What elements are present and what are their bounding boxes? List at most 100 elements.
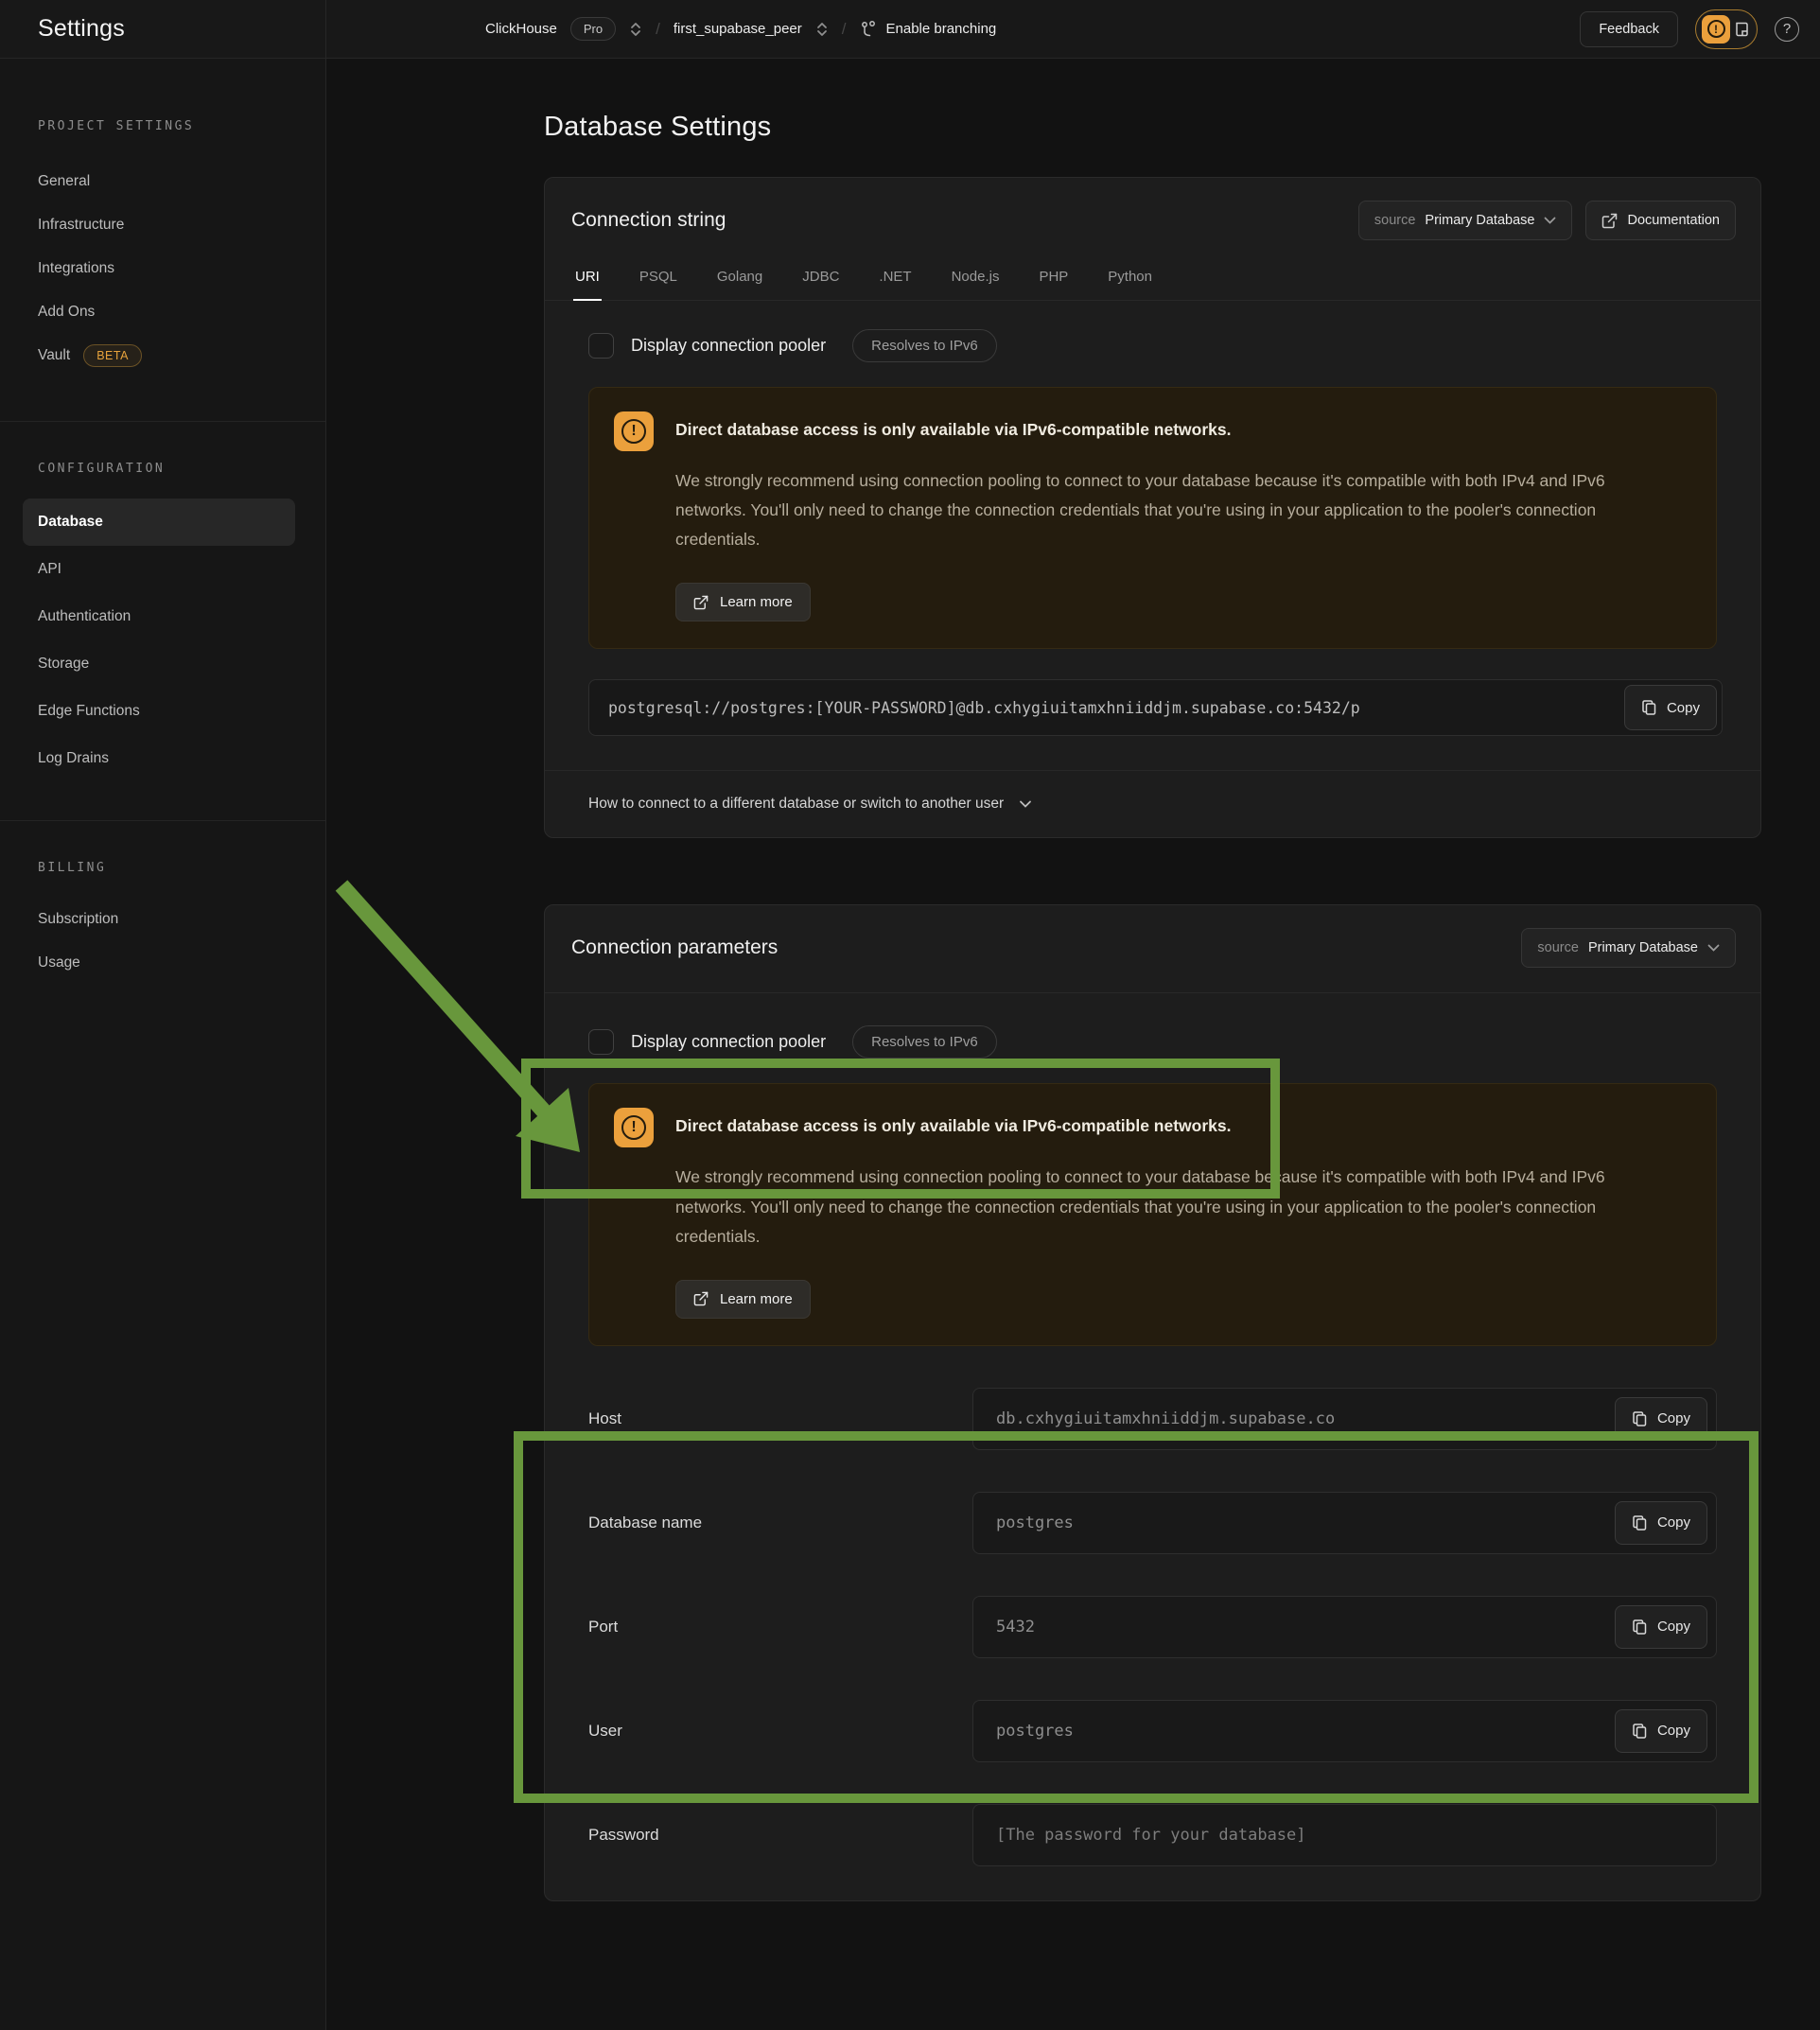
- documentation-label: Documentation: [1627, 213, 1720, 228]
- ipv6-warning: ! Direct database access is only availab…: [588, 1083, 1717, 1345]
- tab-nodejs[interactable]: Node.js: [950, 259, 1002, 301]
- help-icon[interactable]: ?: [1775, 17, 1799, 42]
- configuration-heading: CONFIGURATION: [38, 462, 308, 476]
- sidebar-item-api[interactable]: API: [0, 546, 308, 593]
- database-name-input[interactable]: postgres Copy: [972, 1492, 1717, 1554]
- copy-icon: [1632, 1619, 1648, 1636]
- copy-database-button[interactable]: Copy: [1615, 1501, 1707, 1545]
- connection-string-title: Connection string: [571, 209, 726, 232]
- port-input[interactable]: 5432 Copy: [972, 1596, 1717, 1658]
- sidebar-item-usage[interactable]: Usage: [0, 941, 308, 985]
- learn-more-button[interactable]: Learn more: [675, 1280, 811, 1319]
- password-row: Password [The password for your database…: [588, 1804, 1717, 1866]
- display-pooler-checkbox[interactable]: [588, 333, 614, 359]
- host-value: db.cxhygiuitamxhniiddjm.supabase.co: [996, 1409, 1335, 1428]
- source-select[interactable]: source Primary Database: [1358, 201, 1573, 240]
- feedback-button[interactable]: Feedback: [1580, 11, 1678, 47]
- connect-help-label: How to connect to a different database o…: [588, 796, 1004, 813]
- sidebar-item-vault[interactable]: Vault BETA: [0, 334, 308, 377]
- plan-badge: Pro: [570, 17, 616, 41]
- sidebar-item-edge-functions[interactable]: Edge Functions: [0, 688, 308, 735]
- tab-python[interactable]: Python: [1106, 259, 1154, 301]
- page-title: Database Settings: [544, 112, 1820, 143]
- display-pooler-checkbox[interactable]: [588, 1029, 614, 1055]
- copy-icon: [1641, 699, 1657, 716]
- sidebar-item-vault-label: Vault: [38, 347, 70, 364]
- connection-string-card: Connection string source Primary Databas…: [544, 177, 1761, 838]
- database-name-row: Database name postgres Copy: [588, 1492, 1717, 1554]
- source-label: source: [1374, 213, 1416, 228]
- project-settings-heading: PROJECT SETTINGS: [38, 119, 308, 133]
- topbar-actions: Feedback ! ?: [1580, 9, 1820, 49]
- user-input[interactable]: postgres Copy: [972, 1700, 1717, 1762]
- connect-help-expander[interactable]: How to connect to a different database o…: [545, 770, 1760, 837]
- project-settings-section: PROJECT SETTINGS General Infrastructure …: [0, 59, 325, 377]
- settings-sidebar: PROJECT SETTINGS General Infrastructure …: [0, 59, 326, 2030]
- copy-uri-button[interactable]: Copy: [1624, 685, 1717, 730]
- connection-string-header: Connection string source Primary Databas…: [545, 178, 1760, 259]
- display-pooler-label: Display connection pooler: [631, 336, 826, 356]
- warning-icon: !: [614, 411, 654, 451]
- tab-php[interactable]: PHP: [1037, 259, 1070, 301]
- database-name-label: Database name: [588, 1514, 972, 1532]
- billing-heading: BILLING: [38, 861, 308, 875]
- sidebar-item-authentication[interactable]: Authentication: [0, 593, 308, 640]
- learn-more-label: Learn more: [720, 594, 793, 610]
- connection-string-tabs: URI PSQL Golang JDBC .NET Node.js PHP Py…: [545, 259, 1760, 301]
- sidebar-item-add-ons[interactable]: Add Ons: [0, 290, 308, 334]
- breadcrumb-separator: /: [842, 20, 847, 39]
- external-link-icon: [693, 1291, 709, 1306]
- sidebar-item-general[interactable]: General: [0, 160, 308, 203]
- sidebar-item-integrations[interactable]: Integrations: [0, 247, 308, 290]
- copy-label: Copy: [1657, 1514, 1690, 1531]
- connection-parameters-title: Connection parameters: [571, 936, 778, 959]
- display-pooler-label: Display connection pooler: [631, 1032, 826, 1052]
- top-bar: Settings ClickHouse Pro / first_supabase…: [0, 0, 1820, 59]
- git-branch-icon: [860, 20, 877, 39]
- warning-body: We strongly recommend using connection p…: [675, 466, 1631, 554]
- database-name-value: postgres: [996, 1514, 1074, 1532]
- copy-icon: [1632, 1410, 1648, 1427]
- ipv6-badge: Resolves to IPv6: [852, 329, 997, 362]
- chevron-down-icon: [1707, 944, 1720, 953]
- password-input[interactable]: [The password for your database]: [972, 1804, 1717, 1866]
- tab-uri[interactable]: URI: [573, 259, 602, 301]
- beta-badge: BETA: [83, 344, 142, 367]
- port-label: Port: [588, 1618, 972, 1636]
- warning-body: We strongly recommend using connection p…: [675, 1163, 1631, 1251]
- source-select[interactable]: source Primary Database: [1521, 928, 1736, 968]
- user-value: postgres: [996, 1722, 1074, 1741]
- copy-icon: [1632, 1723, 1648, 1740]
- host-input[interactable]: db.cxhygiuitamxhniiddjm.supabase.co Copy: [972, 1388, 1717, 1450]
- tab-golang[interactable]: Golang: [715, 259, 764, 301]
- org-selector-icon[interactable]: [629, 22, 642, 37]
- copy-user-button[interactable]: Copy: [1615, 1709, 1707, 1753]
- configuration-section: CONFIGURATION Database API Authenticatio…: [0, 422, 325, 782]
- tab-psql[interactable]: PSQL: [638, 259, 679, 301]
- tab-jdbc[interactable]: JDBC: [800, 259, 841, 301]
- copy-host-button[interactable]: Copy: [1615, 1397, 1707, 1441]
- settings-header: Settings: [0, 0, 326, 58]
- copy-port-button[interactable]: Copy: [1615, 1605, 1707, 1649]
- app-title: Settings: [38, 15, 125, 43]
- tab-dotnet[interactable]: .NET: [877, 259, 913, 301]
- connection-parameters-card: Connection parameters source Primary Dat…: [544, 904, 1761, 1900]
- documentation-button[interactable]: Documentation: [1585, 201, 1736, 240]
- learn-more-label: Learn more: [720, 1291, 793, 1307]
- sidebar-item-infrastructure[interactable]: Infrastructure: [0, 203, 308, 247]
- pooler-toggle-row: Display connection pooler Resolves to IP…: [588, 329, 1717, 362]
- enable-branching-button[interactable]: Enable branching: [860, 20, 997, 39]
- breadcrumb-org[interactable]: ClickHouse: [485, 21, 557, 37]
- learn-more-button[interactable]: Learn more: [675, 583, 811, 621]
- sidebar-item-log-drains[interactable]: Log Drains: [0, 735, 308, 782]
- connection-uri-input[interactable]: postgresql://postgres:[YOUR-PASSWORD]@db…: [588, 679, 1723, 736]
- password-label: Password: [588, 1826, 972, 1845]
- breadcrumb-project[interactable]: first_supabase_peer: [674, 21, 802, 37]
- notifications-button[interactable]: !: [1695, 9, 1758, 49]
- source-value: Primary Database: [1588, 940, 1698, 955]
- sidebar-item-database[interactable]: Database: [23, 499, 295, 546]
- warning-title: Direct database access is only available…: [675, 1108, 1232, 1136]
- sidebar-item-storage[interactable]: Storage: [0, 640, 308, 688]
- project-selector-icon[interactable]: [815, 22, 829, 37]
- sidebar-item-subscription[interactable]: Subscription: [0, 898, 308, 941]
